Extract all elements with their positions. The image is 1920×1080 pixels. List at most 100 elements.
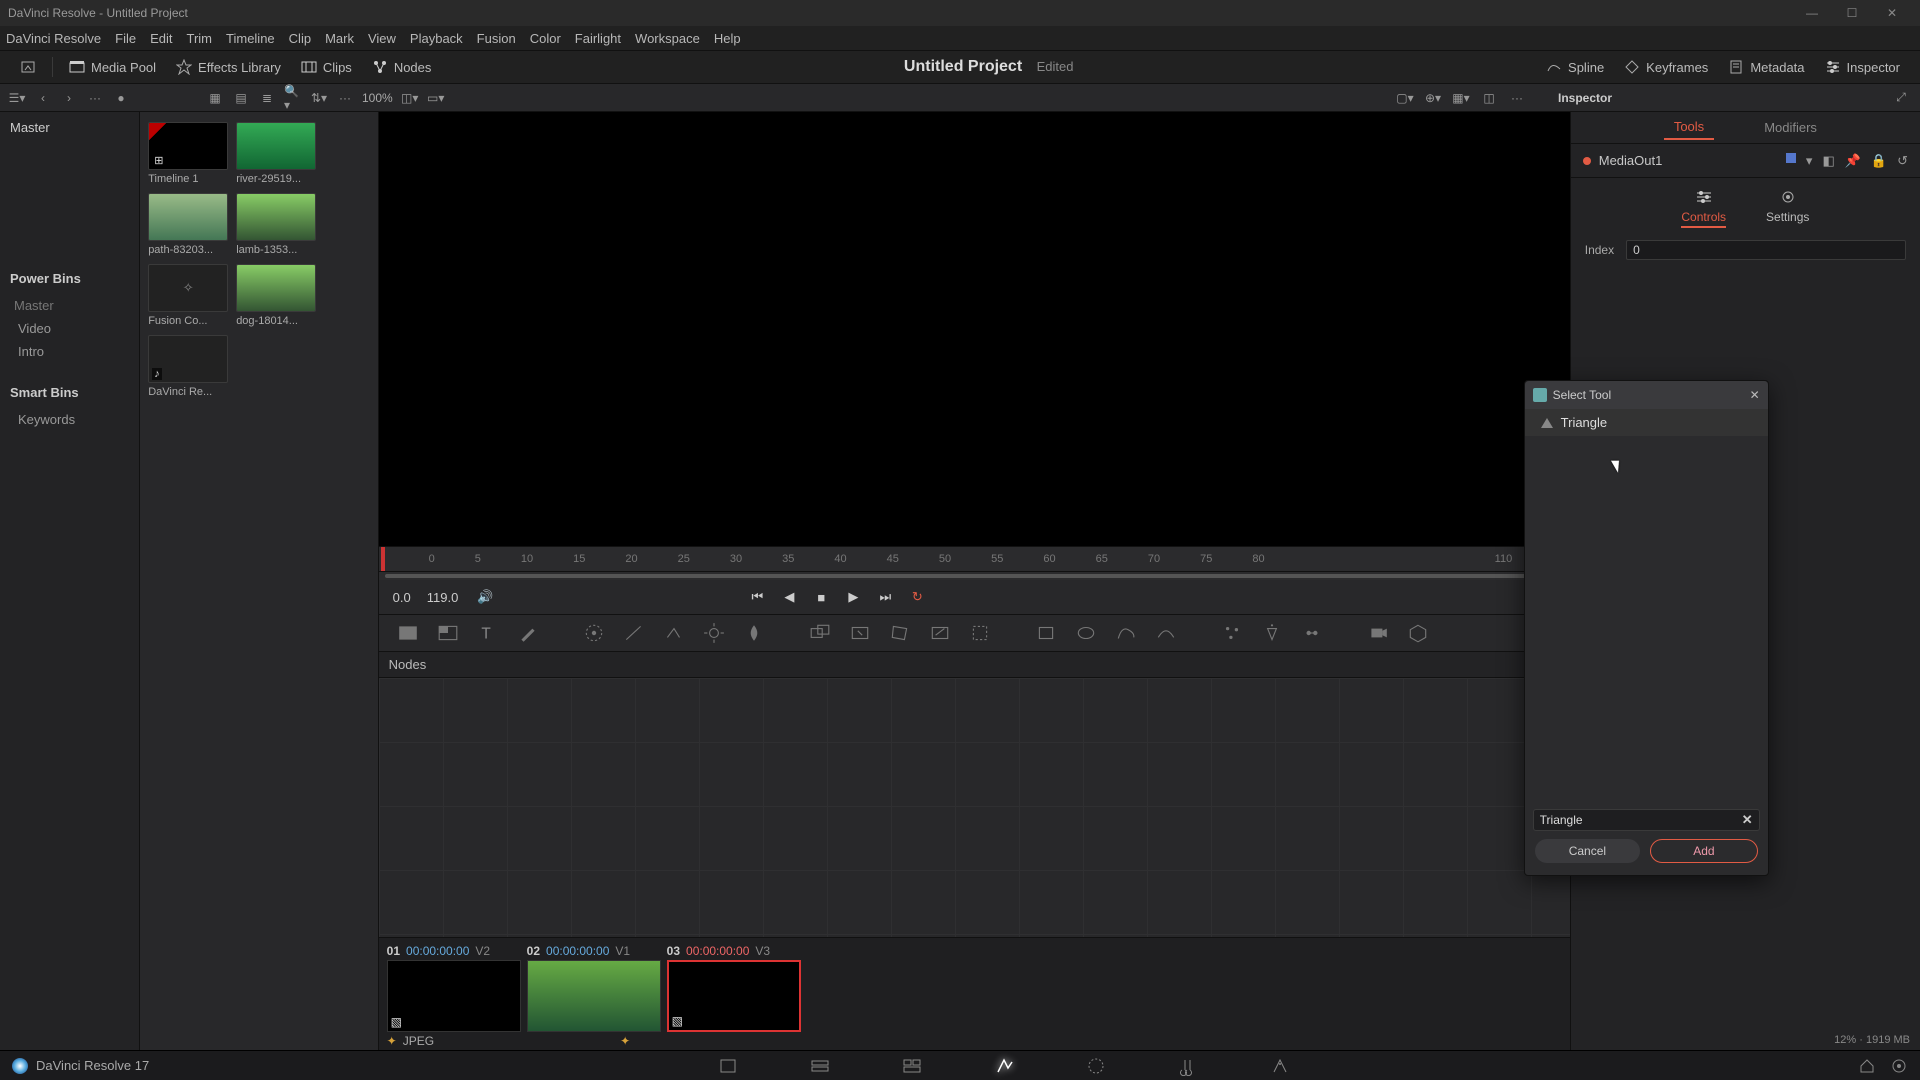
tab-modifiers[interactable]: Modifiers [1754,116,1827,139]
media-thumb[interactable]: path-83203... [148,193,228,256]
transform-tool-icon[interactable] [849,622,871,644]
media-thumb[interactable]: river-29519... [236,122,316,185]
single-view-icon[interactable]: ▢▾ [1396,89,1414,107]
page-color-icon[interactable] [1085,1055,1107,1077]
power-bin-item[interactable]: Video [0,317,139,340]
more3-icon[interactable]: ··· [1508,89,1526,107]
menu-item[interactable]: Edit [150,31,172,46]
text-tool-icon[interactable]: T [477,622,499,644]
time-ruler[interactable]: 0 5 10 15 20 25 30 35 40 45 50 55 60 65 … [379,546,1570,572]
dialog-close-icon[interactable]: ✕ [1750,388,1760,402]
media-thumb[interactable]: ✧Fusion Co... [148,264,228,327]
loop-icon[interactable]: ↻ [906,586,928,608]
index-input[interactable]: 0 [1626,240,1906,260]
bspline-mask-icon[interactable] [1155,622,1177,644]
dialog-result-item[interactable]: Triangle [1525,409,1768,436]
view-list-icon[interactable]: ≣ [258,89,276,107]
window-minimize[interactable]: — [1792,6,1832,20]
menu-item[interactable]: Color [530,31,561,46]
nav-back-icon[interactable]: ‹ [34,89,52,107]
page-edit-icon[interactable] [901,1055,923,1077]
menu-item[interactable]: View [368,31,396,46]
clips-button[interactable]: Clips [291,55,362,79]
inspector-button[interactable]: Inspector [1815,55,1910,79]
fastnoise-tool-icon[interactable] [437,622,459,644]
nav-fwd-icon[interactable]: › [60,89,78,107]
expand-icon[interactable]: ⤢ [1892,89,1910,107]
dialog-search[interactable]: ✕ [1533,809,1760,831]
media-thumb[interactable]: lamb-1353... [236,193,316,256]
media-thumb[interactable]: ♪DaVinci Re... [148,335,228,398]
dialog-search-input[interactable] [1540,813,1742,827]
render3d-tool-icon[interactable] [1407,622,1429,644]
clip-thumb[interactable]: 0100:00:00:00V2 ▧ [387,944,521,1032]
zoom-level[interactable]: 100% [362,91,393,105]
power-bin-item[interactable]: Intro [0,340,139,363]
rectangle-mask-icon[interactable] [1035,622,1057,644]
dialog-titlebar[interactable]: Select Tool ✕ [1525,381,1768,409]
particles-tool-icon[interactable] [1221,622,1243,644]
tracker-tool-icon[interactable] [583,622,605,644]
keyframes-button[interactable]: Keyframes [1614,55,1718,79]
step-back-icon[interactable]: ◀ [778,586,800,608]
page-cut-icon[interactable] [809,1055,831,1077]
matte-tool-icon[interactable] [663,622,685,644]
menu-item[interactable]: Trim [187,31,213,46]
menu-item[interactable]: Workspace [635,31,700,46]
blur-tool-icon[interactable] [743,622,765,644]
play-icon[interactable]: ▶ [842,586,864,608]
more-icon[interactable]: ··· [86,89,104,107]
page-deliver-icon[interactable] [1269,1055,1291,1077]
first-frame-icon[interactable]: ⏮ [746,586,768,608]
subtab-settings[interactable]: Settings [1766,188,1809,228]
effects-library-button[interactable]: Effects Library [166,55,291,79]
camera3d-tool-icon[interactable] [1367,622,1389,644]
spline-button[interactable]: Spline [1536,55,1614,79]
aspect-icon[interactable]: ▭▾ [427,89,445,107]
search-icon[interactable]: 🔍▾ [284,89,302,107]
add-button[interactable]: Add [1650,839,1758,863]
cancel-button[interactable]: Cancel [1535,839,1641,863]
mask-tool-icon[interactable] [623,622,645,644]
split-icon[interactable]: ◫ [1480,89,1498,107]
page-fusion-icon[interactable] [993,1055,1015,1077]
tab-tools[interactable]: Tools [1664,115,1714,140]
menu-icon[interactable]: ☰▾ [8,89,26,107]
background-tool-icon[interactable] [397,622,419,644]
menu-item[interactable]: Fairlight [575,31,621,46]
grid3-icon[interactable]: ▦▾ [1452,89,1470,107]
dropdown-icon[interactable] [10,55,46,79]
nodes-button[interactable]: Nodes [362,55,442,79]
sort-icon[interactable]: ⇅▾ [310,89,328,107]
master-bin[interactable]: Master [0,112,139,143]
clear-search-icon[interactable]: ✕ [1742,812,1753,828]
brightness-tool-icon[interactable] [703,622,725,644]
merge-tool-icon[interactable] [809,622,831,644]
menu-item[interactable]: Timeline [226,31,275,46]
paint-tool-icon[interactable] [517,622,539,644]
scrub-bar[interactable] [379,572,1570,580]
view-grid-icon[interactable]: ▤ [232,89,250,107]
window-maximize[interactable]: ☐ [1832,6,1872,20]
record-icon[interactable]: ● [112,89,130,107]
menu-item[interactable]: Mark [325,31,354,46]
page-fairlight-icon[interactable] [1177,1055,1199,1077]
reset-icon[interactable]: ↺ [1897,153,1908,169]
menu-item[interactable]: DaVinci Resolve [6,31,101,46]
color-chip-icon[interactable] [1786,153,1796,163]
project-settings-icon[interactable] [1890,1057,1908,1075]
metadata-button[interactable]: Metadata [1718,55,1814,79]
menu-item[interactable]: Fusion [477,31,516,46]
ellipse-mask-icon[interactable] [1075,622,1097,644]
menu-item[interactable]: Clip [289,31,311,46]
stop-icon[interactable]: ■ [810,586,832,608]
fit-icon[interactable]: ◫▾ [401,89,419,107]
view-thumb-icon[interactable]: ▦ [206,89,224,107]
prender-tool-icon[interactable] [1301,622,1323,644]
resize-tool-icon[interactable] [929,622,951,644]
inspector-node-row[interactable]: MediaOut1 ▾ ◧ 📌 🔒 ↺ [1571,144,1920,178]
subtab-controls[interactable]: Controls [1681,188,1726,228]
versions-icon[interactable]: ◧ [1822,153,1834,169]
playhead[interactable] [381,546,385,572]
menu-item[interactable]: Help [714,31,741,46]
